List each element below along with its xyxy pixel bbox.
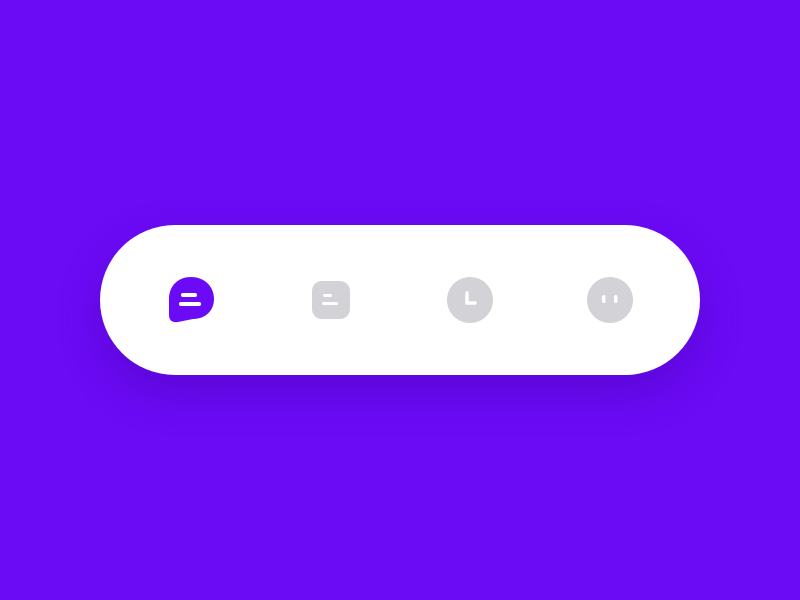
tab-clock[interactable]	[445, 275, 495, 325]
face-icon	[586, 276, 634, 324]
tab-bar	[100, 225, 700, 375]
chat-bubble-icon	[166, 275, 216, 325]
tab-face[interactable]	[585, 275, 635, 325]
tab-document[interactable]	[306, 275, 356, 325]
tab-chat[interactable]	[166, 275, 216, 325]
document-icon	[311, 280, 351, 320]
clock-icon	[446, 276, 494, 324]
